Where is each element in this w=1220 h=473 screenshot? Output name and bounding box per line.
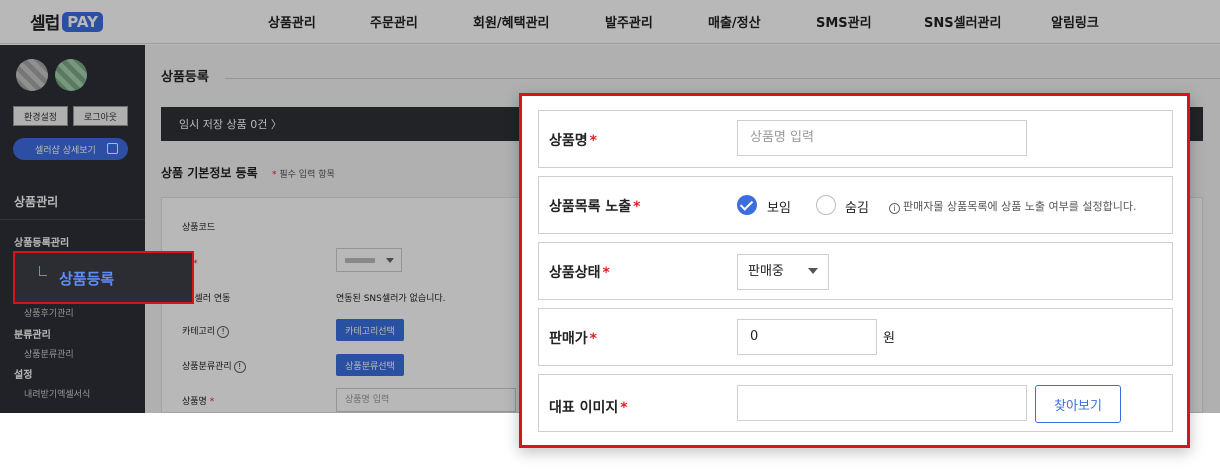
- field-label-product-name: 상품명 *: [182, 397, 215, 407]
- grid-icon: [107, 143, 118, 154]
- nav-item-orders[interactable]: 주문관리: [370, 12, 418, 31]
- page-title: 상품등록: [161, 70, 209, 85]
- field-label-text: 상품분류관리: [182, 362, 232, 372]
- brand-badge: PAY: [62, 11, 103, 32]
- label-text: 상품상태: [549, 265, 601, 281]
- nav-item-purchase[interactable]: 발주관리: [605, 12, 653, 31]
- field-label-product-class: 상품분류관리!: [182, 359, 246, 373]
- display-hint-text: 판매자몰 상품목록에 상품 노출 여부를 설정합니다.: [903, 200, 1137, 213]
- field-label-category: 카테고리!: [182, 324, 230, 338]
- row-product-status: 상품상태 * 판매중: [538, 242, 1173, 300]
- nav-item-sms[interactable]: SMS관리: [816, 12, 872, 31]
- shop-detail-button[interactable]: 셀러샵 상세보기: [13, 138, 128, 160]
- radio-show-label[interactable]: 보임: [767, 197, 791, 216]
- radio-hide[interactable]: [816, 195, 836, 215]
- selected-value: 판매중: [748, 264, 784, 279]
- row-main-image: 대표 이미지 * 찾아보기: [538, 374, 1173, 432]
- brand-logo[interactable]: 셀럽 PAY: [30, 9, 103, 34]
- sidebar-section-title: 상품관리: [14, 195, 59, 209]
- product-class-select-button[interactable]: 상품분류선택: [336, 354, 404, 376]
- field-label-text: 상품명: [182, 397, 207, 407]
- sidebar-item-product-class[interactable]: 상품분류관리: [24, 347, 74, 360]
- product-name-input[interactable]: 상품명 입력: [737, 120, 1027, 156]
- label-text: 판매가: [549, 331, 588, 347]
- info-icon: !: [233, 361, 246, 373]
- row-product-name: 상품명 * 상품명 입력: [538, 110, 1173, 168]
- product-name-input[interactable]: 상품명 입력: [336, 388, 516, 412]
- divider: [0, 219, 145, 220]
- label-list-display: 상품목록 노출 *: [549, 196, 640, 216]
- avatar: [16, 59, 48, 91]
- stage: 셀럽 PAY 상품관리 주문관리 회원/혜택관리 발주관리 매출/정산 SMS관…: [0, 0, 1220, 473]
- product-status-select[interactable]: 판매중: [737, 254, 829, 290]
- main-image-input[interactable]: [737, 385, 1027, 421]
- price-input[interactable]: 0: [737, 319, 877, 355]
- row-list-display: 상품목록 노출 * 보임 숨김 i 판매자몰 상품목록에 상품 노출 여부를 설정합…: [538, 176, 1173, 234]
- sns-seller-value: 연동된 SNS셀러가 없습니다.: [336, 294, 446, 304]
- label-text: 상품명: [549, 133, 588, 149]
- required-mark: *: [620, 400, 628, 416]
- chevron-down-icon: [386, 258, 394, 263]
- sidebar-item-reviews[interactable]: 상품후기관리: [24, 306, 74, 319]
- divider: [225, 78, 1220, 79]
- browse-button[interactable]: 찾아보기: [1035, 385, 1121, 423]
- sidebar-item-excel-format[interactable]: 내려받기엑셀서식: [24, 387, 90, 400]
- chevron-down-icon: [808, 268, 818, 274]
- field-label-text: 카테고리: [182, 327, 216, 337]
- shop-detail-label: 셀러샵 상세보기: [35, 145, 96, 156]
- required-mark: *: [633, 199, 641, 215]
- seller-shop-select[interactable]: [336, 248, 402, 272]
- radio-show[interactable]: [737, 195, 757, 215]
- required-mark: *: [589, 331, 597, 347]
- nav-item-products[interactable]: 상품관리: [268, 12, 316, 31]
- nav-item-sales[interactable]: 매출/정산: [708, 12, 761, 31]
- label-text: 대표 이미지: [549, 400, 619, 416]
- sidebar-group-title[interactable]: 설정: [14, 366, 32, 381]
- info-icon: !: [217, 326, 230, 338]
- required-note-text: 필수 입력 항목: [279, 170, 335, 180]
- sidebar-group-title[interactable]: 상품등록관리: [14, 234, 69, 249]
- selected-value: [345, 258, 375, 263]
- brand-name: 셀럽: [30, 14, 60, 34]
- row-price: 판매가 * 0 원: [538, 308, 1173, 366]
- nav-item-sns-seller[interactable]: SNS셀러관리: [924, 12, 1001, 31]
- required-note: * 필수 입력 항목: [272, 170, 335, 180]
- label-product-status: 상품상태 *: [549, 262, 610, 282]
- sidebar: 환경설정 로그아웃 셀러샵 상세보기 상품관리 상품등록관리 상품후기관리 분류…: [0, 45, 145, 413]
- category-select-button[interactable]: 카테고리선택: [336, 319, 404, 341]
- tree-branch-icon: [39, 266, 47, 276]
- avatar: [55, 59, 87, 91]
- sidebar-group-title[interactable]: 분류관리: [14, 326, 51, 341]
- settings-button[interactable]: 환경설정: [13, 106, 68, 126]
- price-unit: 원: [883, 331, 895, 346]
- label-text: 상품목록 노출: [549, 199, 632, 215]
- sidebar-callout[interactable]: 상품등록: [13, 251, 194, 304]
- required-mark: *: [602, 265, 610, 281]
- label-main-image: 대표 이미지 *: [549, 397, 628, 417]
- field-label-product-code: 상품코드: [182, 223, 216, 233]
- sidebar-item-product-register: 상품등록: [59, 270, 115, 288]
- required-mark: *: [589, 133, 597, 149]
- nav-item-alimlink[interactable]: 알림링크: [1051, 12, 1099, 31]
- info-icon: i: [889, 203, 900, 214]
- section-title: 상품 기본정보 등록: [161, 166, 258, 180]
- logout-button[interactable]: 로그아웃: [73, 106, 128, 126]
- radio-hide-label[interactable]: 숨김: [845, 197, 869, 216]
- display-hint: i 판매자몰 상품목록에 상품 노출 여부를 설정합니다.: [889, 198, 1137, 214]
- label-product-name: 상품명 *: [549, 130, 597, 150]
- nav-item-members[interactable]: 회원/혜택관리: [473, 12, 550, 31]
- top-navigation: 셀럽 PAY 상품관리 주문관리 회원/혜택관리 발주관리 매출/정산 SMS관…: [0, 0, 1220, 44]
- zoomed-form-panel: 상품명 * 상품명 입력 상품목록 노출 * 보임 숨김 i 판매자몰 상품목록에 상…: [519, 93, 1190, 448]
- label-price: 판매가 *: [549, 328, 597, 348]
